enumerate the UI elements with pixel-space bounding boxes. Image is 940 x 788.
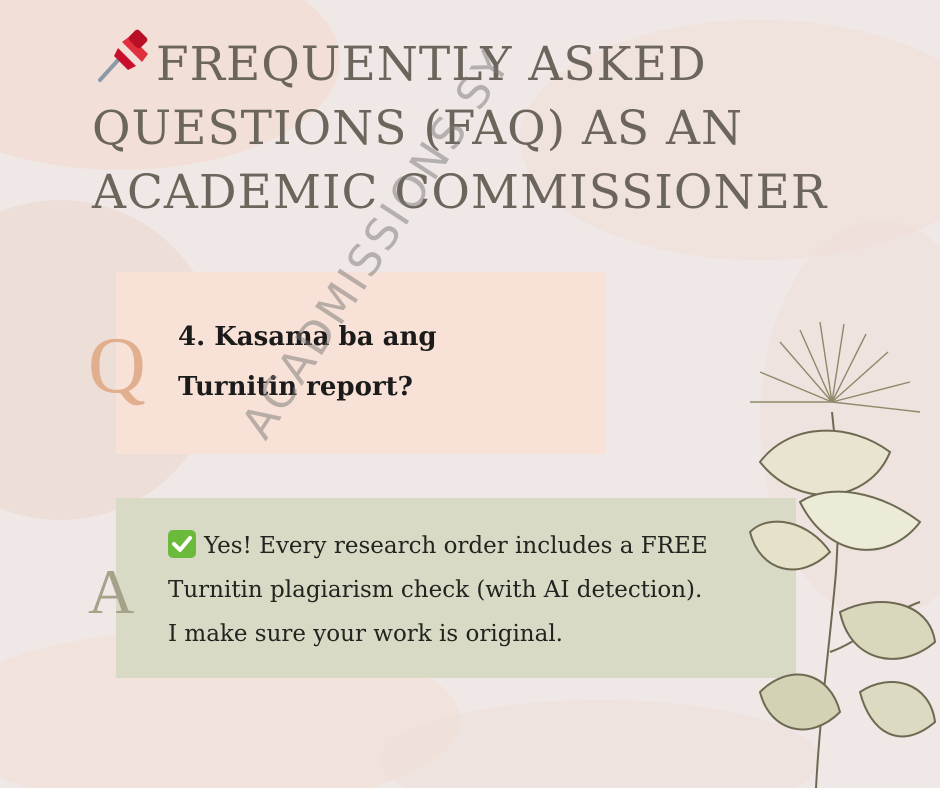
check-mark-icon xyxy=(168,530,196,558)
question-text: 4. Kasama ba ang Turnitin report? xyxy=(178,312,578,412)
answer-line-1-text: Yes! Every research order includes a FRE… xyxy=(204,533,708,559)
answer-line-2: Turnitin plagiarism check (with AI detec… xyxy=(168,577,703,603)
answer-letter: A xyxy=(88,556,135,627)
question-line-2: Turnitin report? xyxy=(178,372,413,402)
botanical-flower-illustration xyxy=(748,321,937,788)
answer-text: Yes! Every research order includes a FRE… xyxy=(168,524,788,656)
question-line-1: 4. Kasama ba ang xyxy=(178,322,437,352)
answer-line-1: Yes! Every research order includes a FRE… xyxy=(168,524,788,568)
question-letter: Q xyxy=(88,322,146,410)
pushpin-icon xyxy=(92,28,156,84)
answer-line-3: I make sure your work is original. xyxy=(168,621,563,647)
